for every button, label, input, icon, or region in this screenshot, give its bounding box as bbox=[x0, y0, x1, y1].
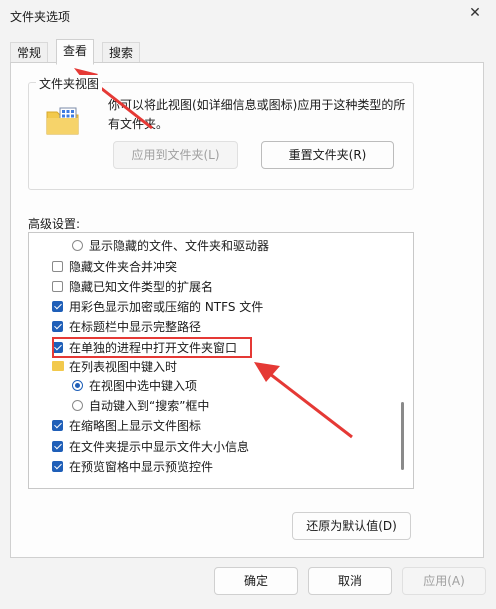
cancel-button[interactable]: 取消 bbox=[308, 567, 392, 595]
folder-views-label: 文件夹视图 bbox=[36, 75, 103, 92]
ok-button[interactable]: 确定 bbox=[214, 567, 298, 595]
apply-button[interactable]: 应用(A) bbox=[402, 567, 486, 595]
arrow-icon bbox=[254, 362, 353, 439]
tab-view[interactable]: 查看 bbox=[56, 39, 95, 65]
